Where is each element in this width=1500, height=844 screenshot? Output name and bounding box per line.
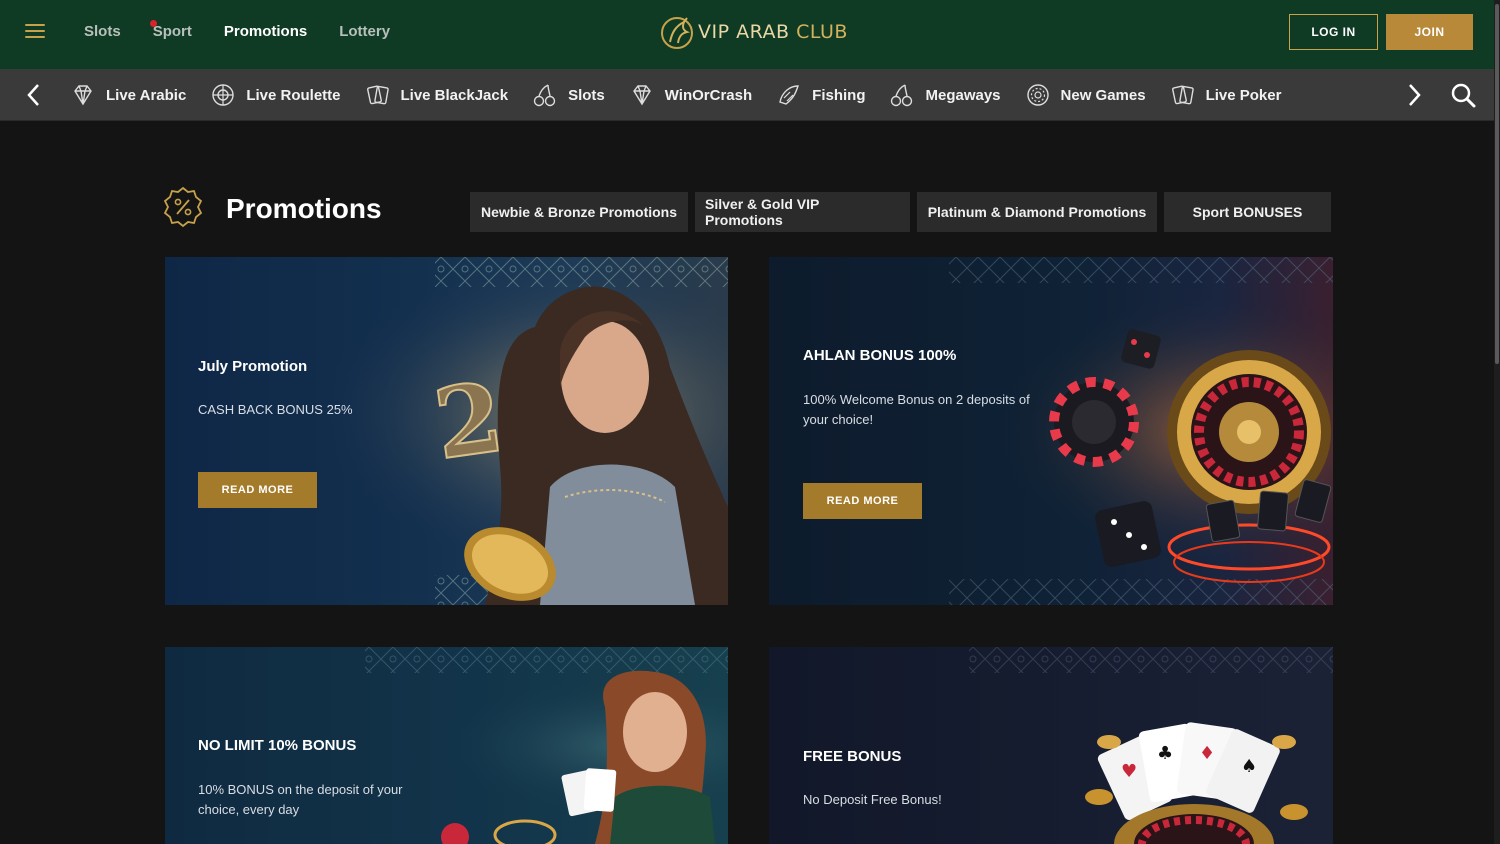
nav-lottery[interactable]: Lottery <box>339 23 390 40</box>
login-button[interactable]: LOG IN <box>1289 14 1378 50</box>
promo-card-description: 10% BONUS on the deposit of your choice,… <box>198 782 403 817</box>
promo-art-cards-roulette-illustration: ♣ ♦ ♠ ♥ <box>969 647 1333 844</box>
category-live-blackjack[interactable]: Live BlackJack <box>365 69 509 121</box>
promo-card-description: No Deposit Free Bonus! <box>803 792 942 807</box>
category-label: Live BlackJack <box>400 86 509 104</box>
horse-logo-icon <box>661 17 693 49</box>
top-header: Slots Sport Promotions Lottery VIP ARAB … <box>0 0 1500 69</box>
promo-card-no-limit[interactable]: NO LIMIT 10% BONUS 10% BONUS on the depo… <box>165 647 728 844</box>
tab-platinum-diamond[interactable]: Platinum & Diamond Promotions <box>917 192 1157 232</box>
category-megaways[interactable]: Megaways <box>889 69 1001 121</box>
category-label: New Games <box>1060 86 1146 104</box>
promo-card-description: 100% Welcome Bonus on 2 deposits of your… <box>803 392 1030 427</box>
promo-card-july[interactable]: 25 July Promotion CASH BACK BONUS 25% RE… <box>165 257 728 605</box>
scrollbar-thumb[interactable] <box>1495 4 1499 364</box>
page-scrollbar[interactable] <box>1494 0 1500 844</box>
tab-silver-gold[interactable]: Silver & Gold VIP Promotions <box>695 192 910 232</box>
tab-sport-bonuses[interactable]: Sport BONUSES <box>1164 192 1331 232</box>
promo-card-title: FREE BONUS <box>803 748 902 765</box>
promo-art-woman-illustration: 25 <box>165 257 728 605</box>
category-label: Live Roulette <box>246 86 341 104</box>
category-winorcrash[interactable]: WinOrCrash <box>629 69 752 121</box>
cards-icon <box>1171 85 1194 105</box>
svg-text:♦: ♦ <box>1199 743 1215 764</box>
category-label: WinOrCrash <box>664 86 753 104</box>
promo-card-free-bonus[interactable]: ♣ ♦ ♠ ♥ FREE BONUS No Deposit Free Bonus… <box>769 647 1333 844</box>
nav-sport[interactable]: Sport <box>149 19 192 40</box>
read-more-button[interactable]: READ MORE <box>198 472 317 508</box>
roulette-icon <box>212 84 235 106</box>
cards-icon <box>366 85 389 105</box>
category-label: Fishing <box>812 86 866 104</box>
category-label: Live Poker <box>1205 86 1282 104</box>
live-indicator-dot <box>149 19 157 27</box>
percent-badge-icon <box>163 186 203 228</box>
promo-card-title: AHLAN BONUS 100% <box>803 347 957 364</box>
tab-newbie-bronze[interactable]: Newbie & Bronze Promotions <box>470 192 688 232</box>
category-label: Megaways <box>925 86 1001 104</box>
promo-card-title: July Promotion <box>198 358 308 375</box>
promo-card-title: NO LIMIT 10% BONUS <box>198 737 357 754</box>
promotion-filter-tabs: Newbie & Bronze Promotions Silver & Gold… <box>470 192 1331 232</box>
svg-text:♣: ♣ <box>1157 743 1173 764</box>
cherry-icon <box>891 84 913 107</box>
svg-text:♠: ♠ <box>1241 756 1257 777</box>
diamond-icon <box>632 85 651 106</box>
logo-text-main: VIP ARAB <box>698 21 790 43</box>
nav-slots[interactable]: Slots <box>84 23 121 40</box>
category-new-games[interactable]: New Games <box>1025 69 1146 121</box>
chevron-right-icon[interactable] <box>1403 81 1425 109</box>
logo-text-club: CLUB <box>796 21 848 43</box>
promo-art-roulette-illustration <box>769 257 1333 605</box>
promo-card-description: CASH BACK BONUS 25% <box>198 402 353 417</box>
chip-icon <box>1026 84 1049 106</box>
category-label: Slots <box>568 86 605 104</box>
chevron-left-icon[interactable] <box>23 81 45 109</box>
nav-promotions[interactable]: Promotions <box>224 23 307 40</box>
diamond-icon <box>74 85 92 106</box>
cherry-icon <box>533 84 556 107</box>
promo-card-ahlan[interactable]: AHLAN BONUS 100% 100% Welcome Bonus on 2… <box>769 257 1333 605</box>
join-button[interactable]: JOIN <box>1386 14 1473 50</box>
category-live-roulette[interactable]: Live Roulette <box>210 69 341 121</box>
category-list: Live Arabic Live Roulette Live BlackJack… <box>70 69 1305 121</box>
nav-sport-label: Sport <box>152 22 192 40</box>
search-icon[interactable] <box>1449 81 1477 109</box>
category-live-poker[interactable]: Live Poker <box>1170 69 1282 121</box>
fish-icon <box>779 85 800 105</box>
read-more-button[interactable]: READ MORE <box>803 483 922 519</box>
svg-text:♥: ♥ <box>1121 761 1137 782</box>
menu-icon[interactable] <box>25 24 45 40</box>
page-title: Promotions <box>226 193 382 224</box>
main-nav: Slots Sport Promotions Lottery <box>84 0 390 62</box>
logo-text: VIP ARAB CLUB <box>698 21 848 43</box>
game-category-bar: Live Arabic Live Roulette Live BlackJack… <box>0 69 1500 121</box>
category-live-arabic[interactable]: Live Arabic <box>70 69 186 121</box>
category-fishing[interactable]: Fishing <box>776 69 865 121</box>
site-logo[interactable]: VIP ARAB CLUB <box>660 10 848 54</box>
category-label: Live Arabic <box>106 86 187 104</box>
category-slots[interactable]: Slots <box>532 69 605 121</box>
